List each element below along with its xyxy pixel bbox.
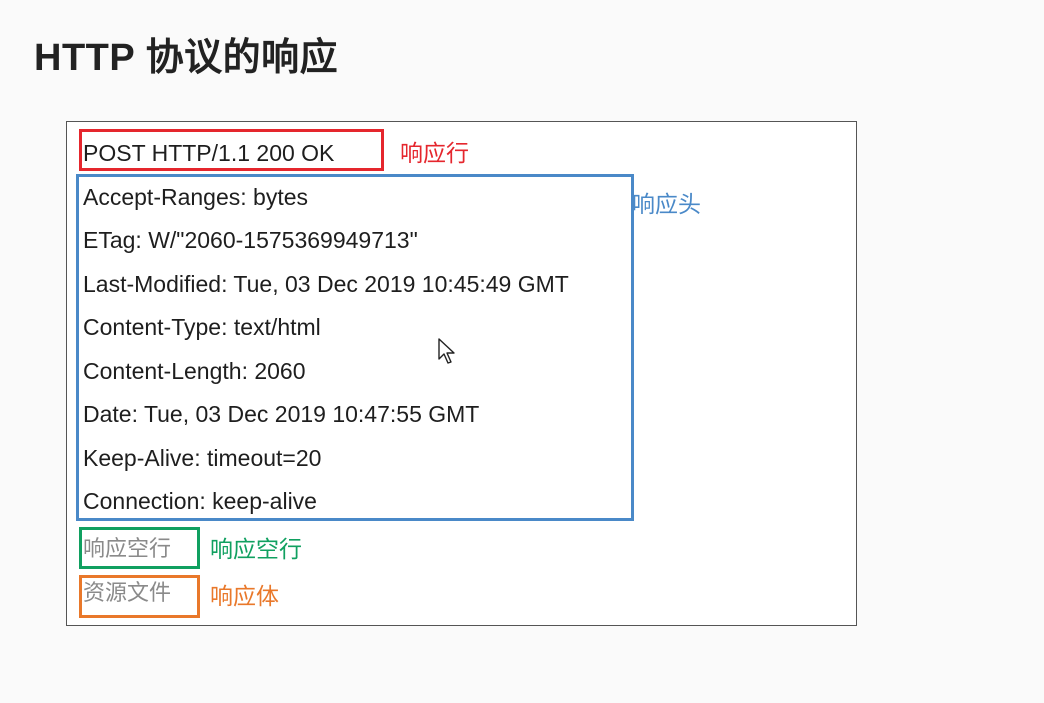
header-line: Content-Length: 2060 xyxy=(83,358,306,384)
slide: HTTP 协议的响应 POST HTTP/1.1 200 OK 响应行 Acce… xyxy=(0,0,1044,703)
blank-line-text: 响应空行 xyxy=(83,536,172,561)
mouse-pointer-icon xyxy=(438,338,455,364)
slide-title: HTTP 协议的响应 xyxy=(34,37,339,79)
header-line: ETag: W/"2060-1575369949713" xyxy=(83,227,418,253)
header-line: Last-Modified: Tue, 03 Dec 2019 10:45:49… xyxy=(83,271,569,297)
status-line-label: 响应行 xyxy=(400,140,469,166)
http-response-diagram: POST HTTP/1.1 200 OK 响应行 Accept-Ranges: … xyxy=(66,121,857,626)
header-line: Content-Type: text/html xyxy=(83,314,321,340)
body-label: 响应体 xyxy=(210,583,279,609)
blank-line-label: 响应空行 xyxy=(210,536,302,562)
header-line: Connection: keep-alive xyxy=(83,488,317,514)
headers-label: 响应头 xyxy=(632,191,701,217)
header-line: Date: Tue, 03 Dec 2019 10:47:55 GMT xyxy=(83,401,480,427)
status-line-text: POST HTTP/1.1 200 OK xyxy=(83,140,335,166)
header-line: Accept-Ranges: bytes xyxy=(83,184,309,210)
body-text: 资源文件 xyxy=(83,580,172,605)
header-line: Keep-Alive: timeout=20 xyxy=(83,445,322,471)
